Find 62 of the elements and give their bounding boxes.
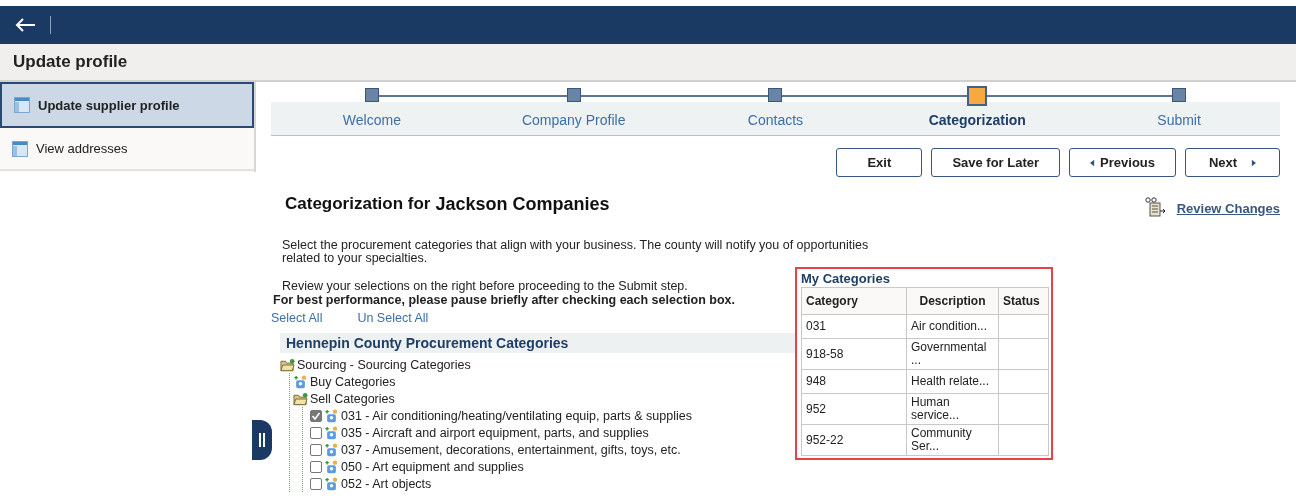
column-header: Description: [906, 287, 999, 315]
select-all-link[interactable]: Select All: [271, 311, 323, 325]
exit-button[interactable]: Exit: [836, 148, 923, 177]
table-cell: Community Ser...: [906, 424, 999, 456]
table-cell: Air condition...: [906, 314, 999, 339]
category-node-icon: [324, 442, 339, 457]
tree-item[interactable]: 031 - Air conditioning/heating/ventilating equip, parts & supplies: [341, 408, 692, 423]
table-cell: 952-22: [801, 424, 907, 456]
checkbox[interactable]: [310, 460, 322, 473]
caret-right-icon: [1251, 158, 1257, 167]
section-heading: Categorization for: [285, 194, 431, 214]
step-tab[interactable]: Contacts: [747, 112, 804, 128]
category-node-icon: [324, 476, 339, 491]
tree-item[interactable]: 052 - Art objects: [341, 476, 432, 491]
glasses-document-icon: [1144, 197, 1167, 217]
unselect-all-link[interactable]: Un Select All: [357, 311, 429, 325]
column-header: Status: [998, 287, 1049, 315]
save-for-later-button[interactable]: Save for Later: [931, 148, 1061, 177]
company-name: Jackson Companies: [435, 193, 610, 215]
table-cell: Governmental ...: [906, 338, 999, 370]
checkbox[interactable]: [310, 409, 322, 422]
category-node-icon: [293, 374, 308, 389]
table-cell: Human service...: [906, 393, 999, 425]
table-cell: 031: [801, 314, 907, 339]
open-folder-icon[interactable]: [293, 391, 308, 406]
window-icon: [14, 97, 30, 113]
next-button[interactable]: Next: [1185, 148, 1280, 177]
checkbox[interactable]: [310, 477, 322, 490]
sidebar-item[interactable]: View addresses: [0, 128, 254, 171]
step-tab[interactable]: Company Profile: [521, 112, 626, 128]
window-icon: [12, 140, 28, 157]
back-arrow-icon[interactable]: [14, 17, 36, 33]
splitter-handle[interactable]: [252, 420, 272, 460]
table-cell: 952: [801, 393, 907, 425]
caret-left-icon: [1090, 158, 1096, 167]
category-node-icon: [324, 408, 339, 423]
category-node-icon: [324, 459, 339, 474]
category-node-icon: [324, 425, 339, 440]
previous-button[interactable]: Previous: [1069, 148, 1176, 177]
step-tab[interactable]: Submit: [1157, 112, 1201, 128]
review-changes-link[interactable]: Review Changes: [1176, 200, 1280, 216]
step-tab[interactable]: Categorization: [928, 112, 1026, 128]
table-cell: 948: [801, 369, 907, 394]
performance-note: For best performance, please pause briefly after checking each selection box.: [273, 293, 736, 308]
table-cell: Health relate...: [906, 369, 999, 394]
tree-item[interactable]: 035 - Aircraft and airport equipment, parts, and supplies: [341, 425, 649, 440]
panel-title: My Categories: [801, 271, 891, 287]
step-tab[interactable]: Welcome: [342, 112, 401, 128]
page-title: Update profile: [13, 52, 128, 72]
tree-item[interactable]: Sourcing - Sourcing Categories: [297, 357, 471, 372]
column-header: Category: [801, 287, 907, 315]
tree-item[interactable]: 050 - Art equipment and supplies: [341, 459, 524, 474]
table-cell: 918-58: [801, 338, 907, 370]
review-note: Review your selections on the right before proceeding to the Submit step.: [282, 279, 689, 293]
checkbox[interactable]: [310, 426, 322, 439]
checkbox[interactable]: [310, 443, 322, 456]
tree-item[interactable]: 037 - Amusement, decorations, entertainment, gifts, toys, etc.: [341, 442, 681, 457]
intro-text: Select the procurement categories that align with your business. The county will notify you of opportunities related to your specialties.: [282, 239, 870, 265]
tree-item[interactable]: Sell Categories: [310, 391, 395, 406]
open-folder-icon[interactable]: [280, 357, 295, 372]
sidebar-item[interactable]: Update supplier profile: [0, 82, 254, 128]
tree-item[interactable]: Buy Categories: [310, 374, 396, 389]
